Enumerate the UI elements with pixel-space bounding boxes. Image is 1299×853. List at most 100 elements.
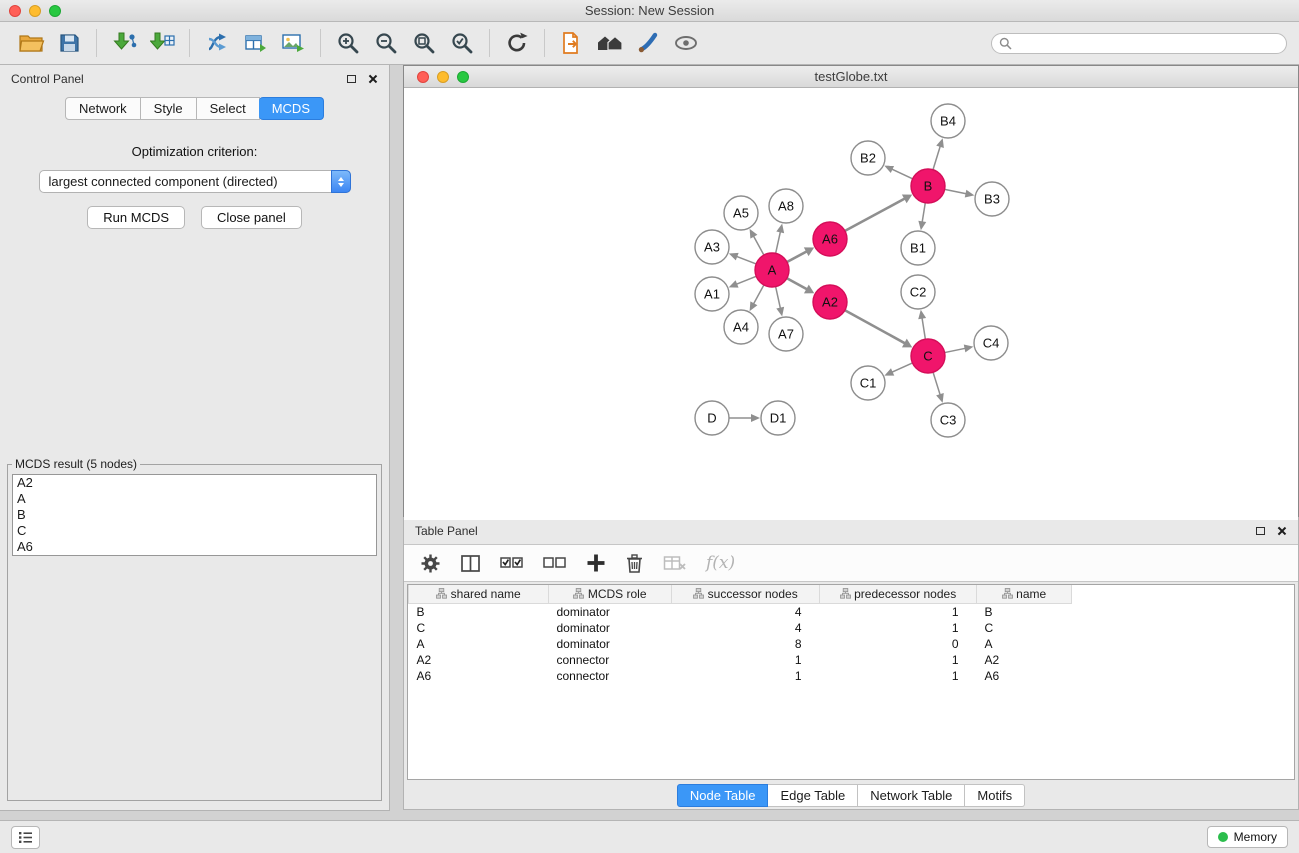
node-C[interactable]: C <box>911 339 945 373</box>
search-input[interactable] <box>991 33 1287 54</box>
close-network-window-button[interactable] <box>417 71 429 83</box>
import-table-icon[interactable] <box>143 27 181 59</box>
tab-style[interactable]: Style <box>141 97 197 120</box>
float-table-panel-icon[interactable] <box>1256 527 1265 535</box>
mcds-result-list[interactable]: A2ABCA6 <box>12 474 377 556</box>
dropdown-spinner-icon[interactable] <box>331 170 351 193</box>
edge-A-A5[interactable] <box>753 235 764 255</box>
column-header-successor-nodes[interactable]: successor nodes <box>672 585 820 604</box>
table-row[interactable]: Adominator80A <box>409 636 1295 652</box>
brush-icon[interactable] <box>629 27 667 59</box>
node-B4[interactable]: B4 <box>931 104 965 138</box>
node-A6[interactable]: A6 <box>813 222 847 256</box>
close-panel-button[interactable]: Close panel <box>201 206 302 229</box>
result-item[interactable]: A6 <box>13 539 376 555</box>
node-A[interactable]: A <box>755 253 789 287</box>
table-cell[interactable]: A6 <box>977 668 1072 684</box>
node-A2[interactable]: A2 <box>813 285 847 319</box>
table-cell[interactable]: A2 <box>409 652 549 668</box>
edge-A6-B[interactable] <box>845 198 906 231</box>
maximize-network-window-button[interactable] <box>457 71 469 83</box>
table-cell[interactable]: A <box>977 636 1072 652</box>
node-B[interactable]: B <box>911 169 945 203</box>
table-cell[interactable]: C <box>977 620 1072 636</box>
network-share-icon[interactable] <box>198 27 236 59</box>
tab-network-table[interactable]: Network Table <box>858 784 965 807</box>
delete-icon[interactable] <box>625 553 644 574</box>
add-column-icon[interactable] <box>586 553 606 573</box>
home-icon[interactable] <box>591 27 629 59</box>
edge-C-C3[interactable] <box>933 372 940 396</box>
table-cell[interactable]: 1 <box>672 652 820 668</box>
edge-A-A3[interactable] <box>735 256 756 264</box>
node-A7[interactable]: A7 <box>769 317 803 351</box>
tab-mcds[interactable]: MCDS <box>259 97 324 120</box>
tab-network[interactable]: Network <box>65 97 141 120</box>
select-all-icon[interactable] <box>500 553 524 573</box>
zoom-selected-icon[interactable] <box>443 27 481 59</box>
edge-C-C4[interactable] <box>945 348 967 353</box>
minimize-network-window-button[interactable] <box>437 71 449 83</box>
edge-B-B2[interactable] <box>891 169 913 179</box>
table-cell[interactable]: B <box>977 604 1072 621</box>
save-session-icon[interactable] <box>50 27 88 59</box>
table-cell[interactable]: 8 <box>672 636 820 652</box>
edge-A-A8[interactable] <box>776 230 781 253</box>
run-mcds-button[interactable]: Run MCDS <box>87 206 185 229</box>
table-cell[interactable]: A <box>409 636 549 652</box>
eye-icon[interactable] <box>667 27 705 59</box>
gear-icon[interactable] <box>420 553 441 574</box>
edge-A-A1[interactable] <box>735 276 756 284</box>
node-A5[interactable]: A5 <box>724 196 758 230</box>
import-network-icon[interactable] <box>105 27 143 59</box>
node-D1[interactable]: D1 <box>761 401 795 435</box>
export-document-icon[interactable] <box>553 27 591 59</box>
zoom-out-icon[interactable] <box>367 27 405 59</box>
node-D[interactable]: D <box>695 401 729 435</box>
table-row[interactable]: Cdominator41C <box>409 620 1295 636</box>
network-canvas[interactable]: B4B2BB3A8A5A6A3B1AA1C2A2A4A7C4CC1C3DD1 <box>404 88 1298 520</box>
result-item[interactable]: A <box>13 491 376 507</box>
table-export-icon[interactable] <box>236 27 274 59</box>
node-C1[interactable]: C1 <box>851 366 885 400</box>
zoom-in-icon[interactable] <box>329 27 367 59</box>
table-cell[interactable]: connector <box>549 652 672 668</box>
tab-edge-table[interactable]: Edge Table <box>768 784 858 807</box>
table-cell[interactable]: dominator <box>549 620 672 636</box>
node-B1[interactable]: B1 <box>901 231 935 265</box>
minimize-window-button[interactable] <box>29 5 41 17</box>
node-A4[interactable]: A4 <box>724 310 758 344</box>
node-A1[interactable]: A1 <box>695 277 729 311</box>
float-panel-icon[interactable] <box>347 75 356 83</box>
close-window-button[interactable] <box>9 5 21 17</box>
maximize-window-button[interactable] <box>49 5 61 17</box>
optimization-criterion-dropdown[interactable]: largest connected component (directed) <box>39 170 351 193</box>
edge-B-B1[interactable] <box>922 203 925 224</box>
edge-C-C1[interactable] <box>891 363 913 373</box>
table-cell[interactable]: 1 <box>672 668 820 684</box>
zoom-fit-icon[interactable] <box>405 27 443 59</box>
table-cell[interactable]: connector <box>549 668 672 684</box>
table-cell[interactable]: 0 <box>820 636 977 652</box>
node-A3[interactable]: A3 <box>695 230 729 264</box>
table-row[interactable]: Bdominator41B <box>409 604 1295 621</box>
table-cell[interactable]: A2 <box>977 652 1072 668</box>
node-B2[interactable]: B2 <box>851 141 885 175</box>
table-cell[interactable]: B <box>409 604 549 621</box>
table-cell[interactable]: 1 <box>820 652 977 668</box>
node-C2[interactable]: C2 <box>901 275 935 309</box>
result-item[interactable]: C <box>13 523 376 539</box>
column-header-name[interactable]: name <box>977 585 1072 604</box>
column-header-predecessor-nodes[interactable]: predecessor nodes <box>820 585 977 604</box>
edge-A-A4[interactable] <box>753 285 764 305</box>
edge-B-B4[interactable] <box>933 145 941 170</box>
open-session-icon[interactable] <box>12 27 50 59</box>
edge-B-B3[interactable] <box>945 189 968 194</box>
edge-A-A2[interactable] <box>787 278 808 290</box>
table-cell[interactable]: C <box>409 620 549 636</box>
node-C4[interactable]: C4 <box>974 326 1008 360</box>
table-row[interactable]: A6connector11A6 <box>409 668 1295 684</box>
node-A8[interactable]: A8 <box>769 189 803 223</box>
table-cell[interactable]: 4 <box>672 620 820 636</box>
table-cell[interactable]: 1 <box>820 668 977 684</box>
